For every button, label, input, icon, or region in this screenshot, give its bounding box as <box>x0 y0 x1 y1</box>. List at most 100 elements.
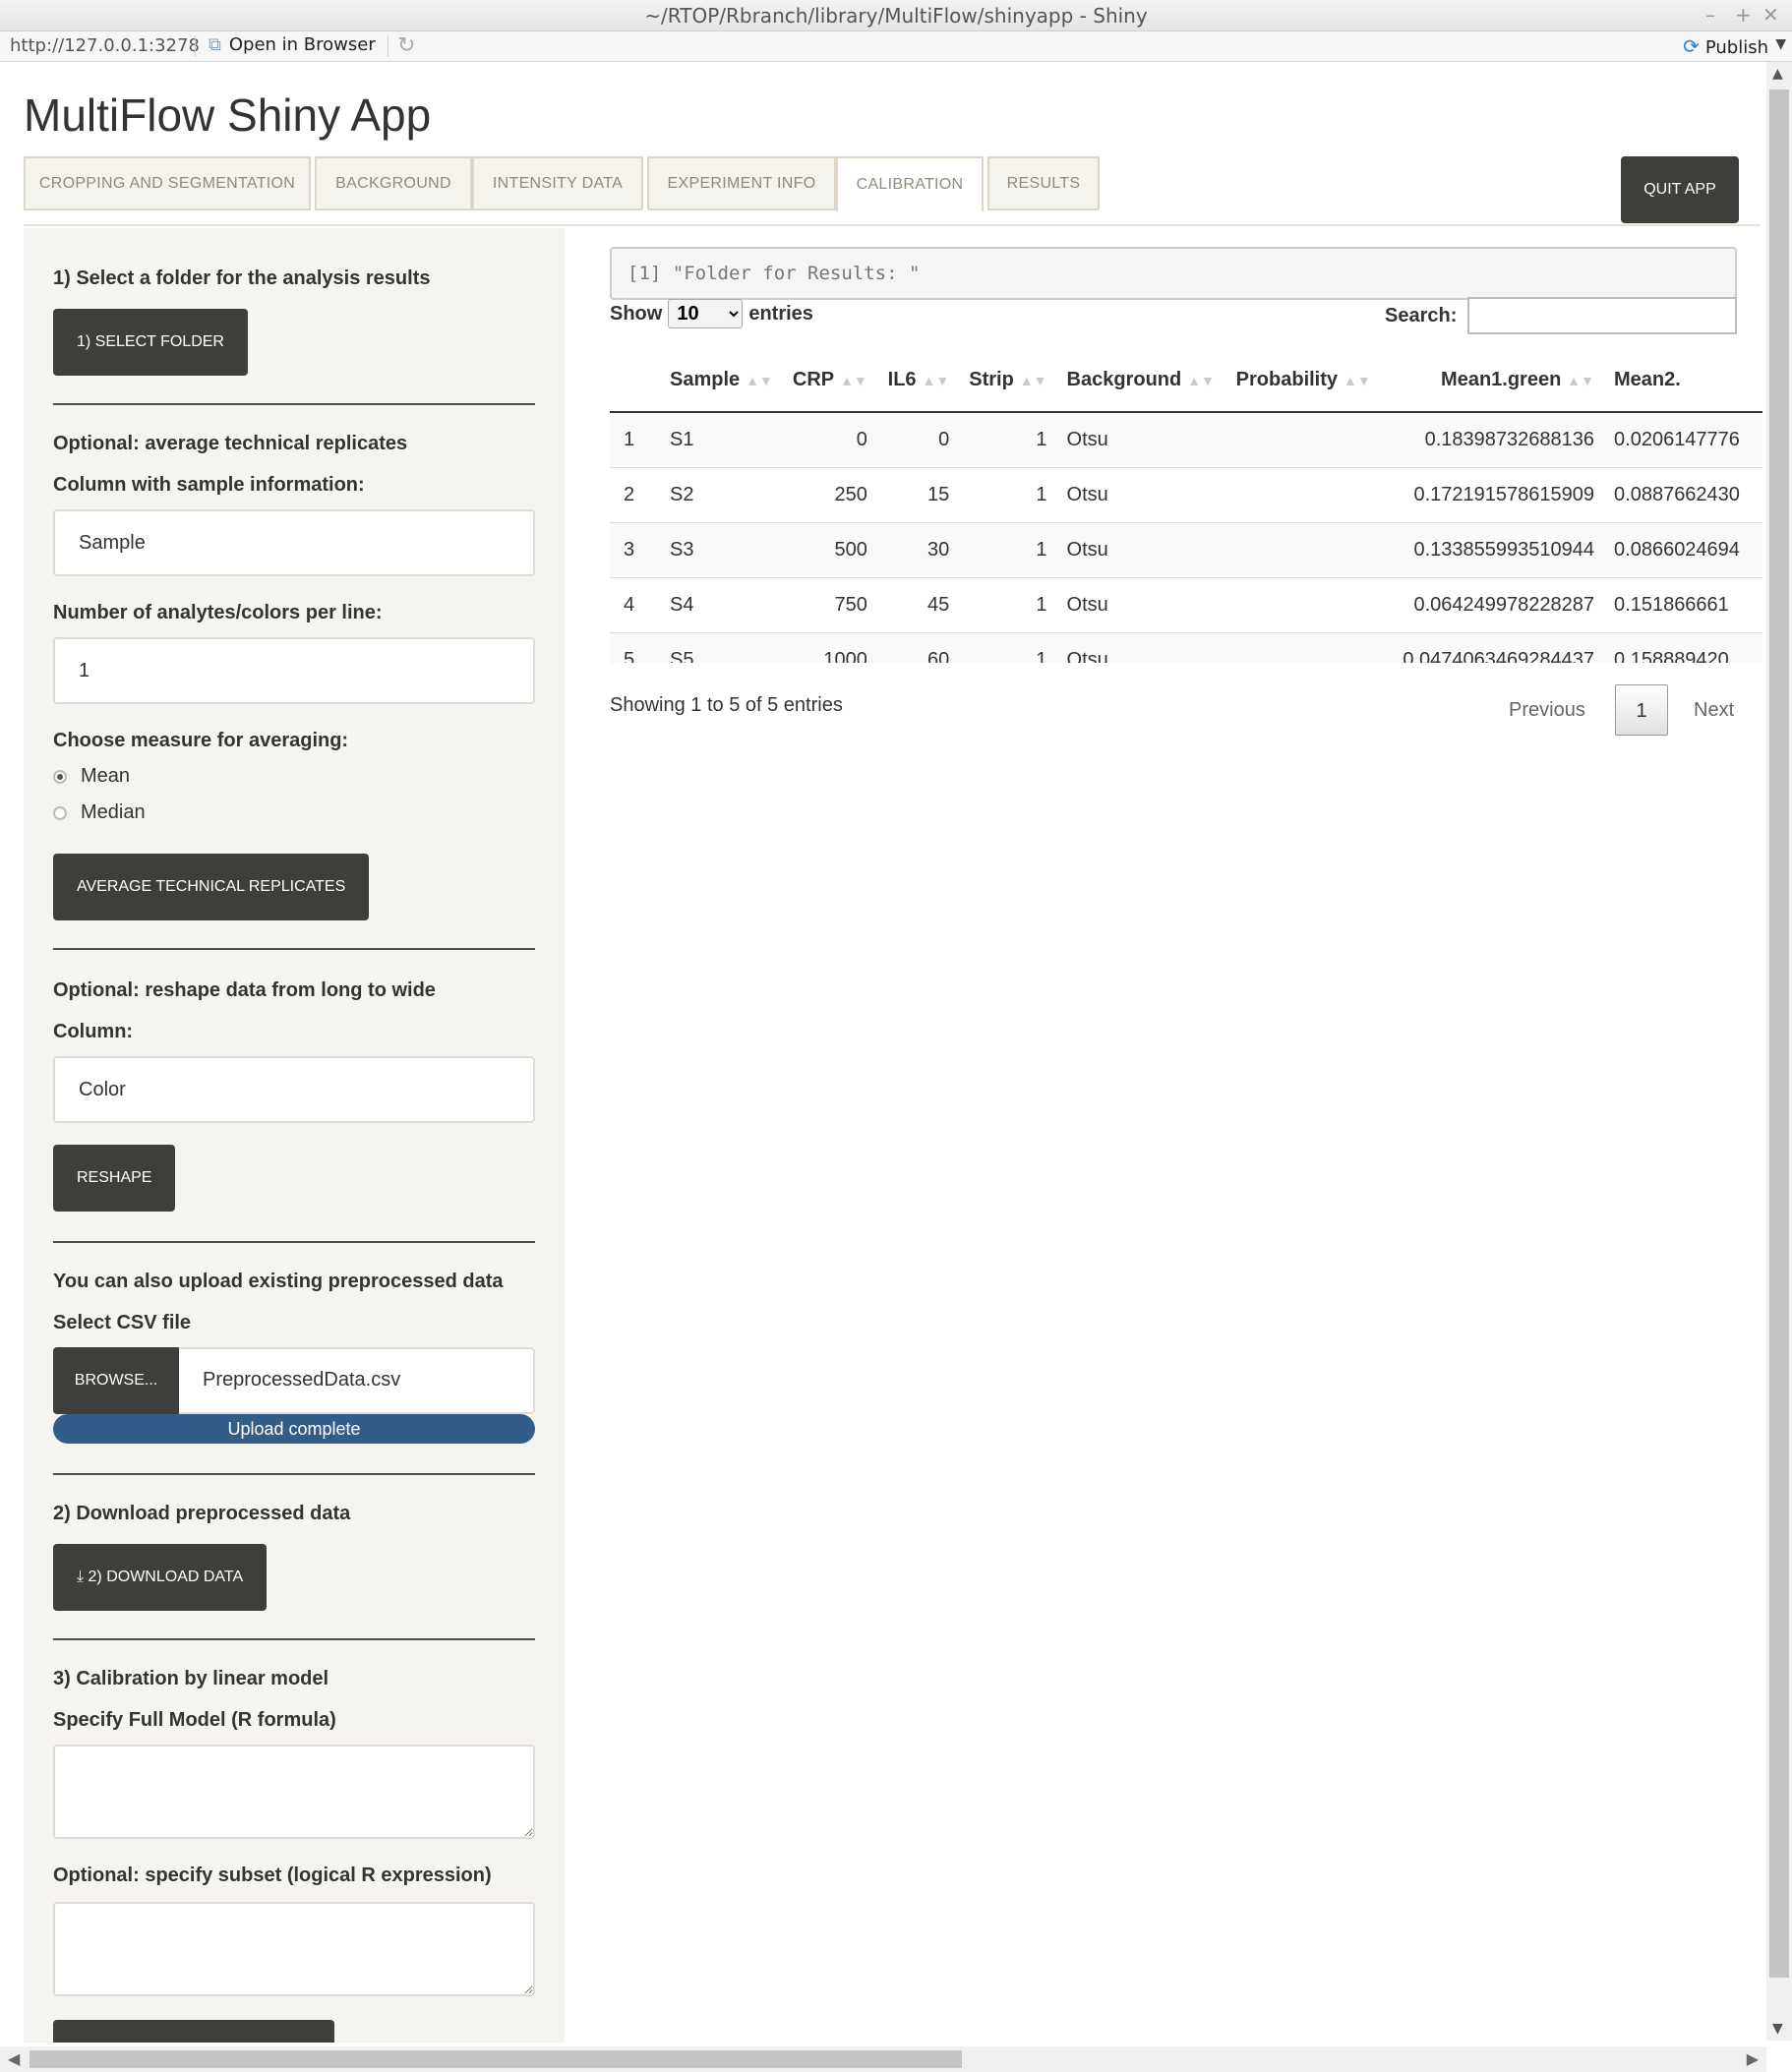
mean2-cell: 0.0866024694 <box>1604 522 1762 578</box>
tab-results[interactable]: RESULTS <box>987 156 1100 210</box>
il6-cell: 60 <box>876 632 960 663</box>
tab-background[interactable]: BACKGROUND <box>315 156 472 210</box>
horizontal-scrollbar[interactable]: ◀ ▶ <box>0 2046 1766 2072</box>
maximize-icon[interactable]: + <box>1735 3 1752 27</box>
open-in-browser-button[interactable]: ⧉ Open in Browser <box>209 34 376 55</box>
mean1-green-cell: 0.172191578615909 <box>1380 467 1605 523</box>
scroll-right-icon[interactable]: ▶ <box>1747 2049 1759 2068</box>
column-header-mean2[interactable]: Mean2. <box>1604 348 1762 413</box>
pagination-previous[interactable]: Previous <box>1509 684 1585 736</box>
radio-unselected-icon[interactable] <box>53 805 67 820</box>
divider <box>53 1473 535 1475</box>
column-header-label: Mean1.green <box>1441 368 1562 390</box>
radio-median[interactable]: Median <box>53 801 146 824</box>
quit-app-button[interactable]: QUIT APP <box>1621 156 1739 223</box>
close-icon[interactable]: ✕ <box>1762 3 1779 27</box>
tab-experiment-info[interactable]: EXPERIMENT INFO <box>647 156 836 210</box>
table-row[interactable]: 3 S3 500 30 1 Otsu 0.133855993510944 0.08660246… <box>610 522 1762 578</box>
column-header-label: CRP <box>792 368 835 390</box>
sort-icon: ▲▼ <box>1187 372 1215 388</box>
crp-cell: 1000 <box>782 632 877 663</box>
table-row[interactable]: 2 S2 250 15 1 Otsu 0.172191578615909 0.08876624… <box>610 467 1762 523</box>
page-length-select[interactable]: 10 <box>668 299 744 328</box>
column-header-sample[interactable]: Sample ▲▼ <box>660 348 783 413</box>
upload-heading: You can also upload existing preprocesse… <box>53 1271 504 1292</box>
radio-mean[interactable]: Mean <box>53 765 130 788</box>
column-header-mean1-green[interactable]: Mean1.green ▲▼ <box>1380 348 1605 413</box>
upload-progress-bar: Upload complete <box>53 1414 535 1444</box>
probability-cell <box>1224 412 1381 468</box>
sample-cell: S5 <box>660 632 783 663</box>
average-technical-replicates-button[interactable]: AVERAGE TECHNICAL REPLICATES <box>53 854 370 920</box>
tab-divider <box>24 224 1761 226</box>
mean2-cell: 0.158889420 <box>1604 632 1762 663</box>
mean2-cell: 0.0887662430 <box>1604 467 1762 523</box>
table-row[interactable]: 1 S1 0 0 1 Otsu 0.18398732688136 0.0206147776 <box>610 412 1762 468</box>
file-name-field[interactable]: PreprocessedData.csv <box>179 1347 535 1414</box>
background-cell: Otsu <box>1056 467 1225 523</box>
table-row[interactable]: 4 S4 750 45 1 Otsu 0.064249978228287 0.15186666… <box>610 577 1762 633</box>
row-index-cell: 1 <box>610 412 660 468</box>
divider <box>53 1638 535 1640</box>
data-table-wrapper: Sample ▲▼ CRP ▲▼ IL6 ▲▼ Strip ▲▼ Background ▲… <box>610 348 1762 663</box>
column-header-strip[interactable]: Strip ▲▼ <box>959 348 1057 413</box>
column-header-label: Background <box>1066 368 1182 390</box>
data-table: Sample ▲▼ CRP ▲▼ IL6 ▲▼ Strip ▲▼ Background ▲… <box>610 348 1762 663</box>
publish-dropdown-icon[interactable]: ▼ <box>1775 36 1786 52</box>
table-info: Showing 1 to 5 of 5 entries <box>610 694 843 716</box>
pagination-page-1[interactable]: 1 <box>1615 684 1668 736</box>
averaging-measure-label: Choose measure for averaging: <box>53 730 349 751</box>
row-index-cell: 5 <box>610 632 660 663</box>
tab-cropping-and-segmentation[interactable]: CROPPING AND SEGMENTATION <box>24 156 311 210</box>
refresh-icon[interactable]: ↻ <box>397 33 415 58</box>
scroll-up-icon[interactable]: ▲ <box>1772 66 1783 82</box>
vertical-scroll-thumb[interactable] <box>1769 89 1789 1978</box>
scroll-left-icon[interactable]: ◀ <box>8 2049 20 2068</box>
reshape-column-label: Column: <box>53 1021 134 1042</box>
page-length-control: Show 10 entries <box>610 299 813 328</box>
select-folder-button[interactable]: 1) SELECT FOLDER <box>53 309 248 376</box>
browse-button[interactable]: BROWSE... <box>53 1347 179 1414</box>
tab-intensity-data[interactable]: INTENSITY DATA <box>472 156 643 210</box>
sort-icon: ▲▼ <box>1019 372 1047 388</box>
analytes-per-line-label: Number of analytes/colors per line: <box>53 602 383 623</box>
url-text[interactable]: http://127.0.0.1:3278 <box>10 35 200 56</box>
column-header-background[interactable]: Background ▲▼ <box>1056 348 1225 413</box>
table-row[interactable]: 5 S5 1000 60 1 Otsu 0.0474063469284437 0.158889… <box>610 632 1762 663</box>
sample-column-input[interactable] <box>53 509 535 576</box>
row-index-cell: 3 <box>610 522 660 578</box>
il6-cell: 30 <box>876 522 960 578</box>
horizontal-scroll-thumb[interactable] <box>30 2050 962 2068</box>
download-data-button[interactable]: ⤓ 2) DOWNLOAD DATA <box>53 1544 268 1611</box>
background-cell: Otsu <box>1056 577 1225 633</box>
column-header-label: Strip <box>969 368 1014 390</box>
address-bar: http://127.0.0.1:3278 ⧉ Open in Browser ↻… <box>0 31 1792 62</box>
separator <box>195 35 196 57</box>
calibrate-button[interactable] <box>53 2020 334 2042</box>
radio-selected-icon[interactable] <box>53 769 67 784</box>
reshape-button[interactable]: RESHAPE <box>53 1145 176 1212</box>
pagination-next[interactable]: Next <box>1694 684 1734 736</box>
full-model-textarea[interactable] <box>53 1745 535 1839</box>
radio-median-label: Median <box>81 801 146 823</box>
analytes-per-line-input[interactable] <box>53 637 535 704</box>
column-header-il6[interactable]: IL6 ▲▼ <box>876 348 960 413</box>
vertical-scrollbar[interactable]: ▲ ▼ <box>1766 62 1792 2041</box>
scroll-down-icon[interactable]: ▼ <box>1772 2021 1783 2037</box>
subset-textarea[interactable] <box>53 1902 535 1996</box>
column-header-crp[interactable]: CRP ▲▼ <box>782 348 877 413</box>
mean1-green-cell: 0.064249978228287 <box>1380 577 1605 633</box>
column-header-probability[interactable]: Probability ▲▼ <box>1224 348 1381 413</box>
strip-cell: 1 <box>959 577 1057 633</box>
probability-cell <box>1224 577 1381 633</box>
publish-button[interactable]: ⟳ Publish <box>1683 34 1768 58</box>
column-header-label: Mean2. <box>1614 368 1681 390</box>
strip-cell: 1 <box>959 632 1057 663</box>
column-header-label: IL6 <box>887 368 917 390</box>
reshape-column-input[interactable] <box>53 1056 535 1123</box>
minimize-icon[interactable]: – <box>1705 3 1715 27</box>
tab-calibration[interactable]: CALIBRATION <box>836 156 984 212</box>
mean1-green-cell: 0.133855993510944 <box>1380 522 1605 578</box>
search-input[interactable] <box>1467 297 1737 334</box>
publish-icon: ⟳ <box>1683 34 1700 58</box>
